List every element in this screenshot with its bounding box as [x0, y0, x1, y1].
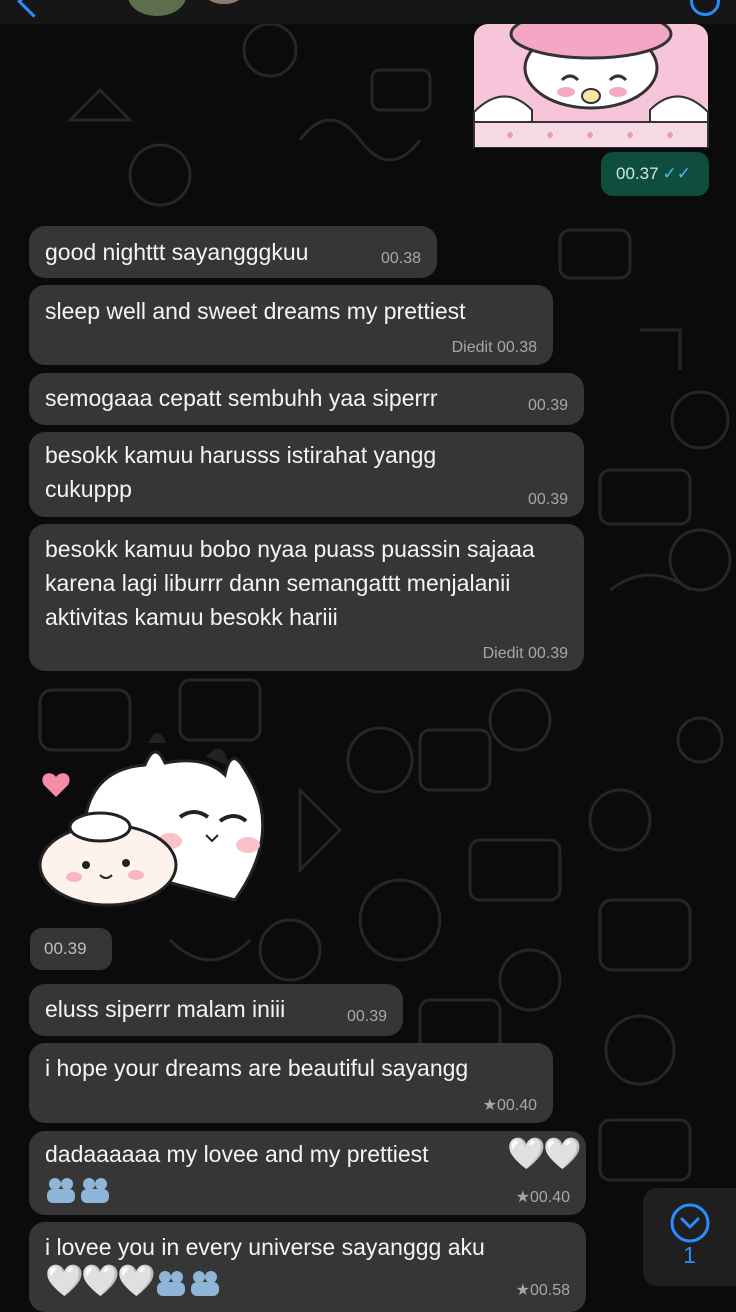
message-text: good nighttt sayangggkuu — [45, 239, 309, 265]
unread-count-badge: 1 — [683, 1242, 696, 1268]
double-check-icon: ✓✓ — [662, 164, 692, 183]
incoming-message[interactable]: besokk kamuu harusss istirahat yangg cuk… — [29, 432, 584, 517]
message-list: 00.37 ✓✓ good nighttt sayangggkuu 00.38 s… — [0, 0, 736, 1312]
message-time: 00.39 — [346, 1008, 387, 1025]
chevron-down-icon — [670, 1203, 710, 1243]
incoming-message[interactable]: dadaaaaaa my lovee and my prettiest 🤍 🤍 … — [29, 1131, 586, 1215]
message-text: besokk kamuu harusss istirahat yangg cuk… — [45, 442, 437, 502]
incoming-message[interactable]: i lovee you in every universe sayanggg a… — [29, 1222, 586, 1312]
incoming-message[interactable]: good nighttt sayangggkuu 00.38 — [29, 226, 437, 278]
message-time: 00.37 — [616, 164, 659, 183]
message-time: ★00.58 — [515, 1282, 570, 1299]
message-text: besokk kamuu bobo nyaa puass puassin saj… — [45, 536, 535, 630]
message-time: 00.39 — [527, 491, 568, 508]
back-chevron-icon[interactable] — [17, 0, 50, 18]
outgoing-message-time: 00.37 ✓✓ — [601, 152, 709, 196]
outgoing-sticker[interactable] — [470, 24, 712, 148]
incoming-message[interactable]: eluss siperrr malam iniii 00.39 — [29, 984, 403, 1036]
incoming-message[interactable]: sleep well and sweet dreams my prettiest… — [29, 285, 553, 365]
incoming-message[interactable]: besokk kamuu bobo nyaa puass puassin saj… — [29, 524, 584, 671]
message-text: i hope your dreams are beautiful sayangg — [45, 1055, 469, 1081]
call-icon[interactable] — [690, 0, 720, 16]
message-time: 00.39 — [527, 397, 568, 414]
message-text: eluss siperrr malam iniii — [45, 996, 286, 1022]
incoming-message[interactable]: semogaaa cepatt sembuhh yaa siperrr 00.3… — [29, 373, 584, 425]
white-heart-icon: 🤍 — [45, 1263, 84, 1298]
white-heart-icon: 🤍 — [117, 1263, 156, 1298]
contact-avatar[interactable] — [128, 0, 186, 16]
white-heart-icon: 🤍 — [81, 1263, 120, 1298]
message-time: ★00.40 — [482, 1097, 537, 1114]
incoming-sticker-time: 00.39 — [30, 928, 112, 970]
people-hugging-icon — [157, 1271, 219, 1296]
message-text: sleep well and sweet dreams my prettiest — [45, 298, 466, 324]
message-time: ★00.40 — [515, 1189, 570, 1206]
chat-header — [0, 0, 736, 24]
incoming-sticker[interactable] — [30, 725, 265, 907]
message-time: Diedit 00.39 — [482, 645, 568, 662]
incoming-message[interactable]: i hope your dreams are beautiful sayangg… — [29, 1043, 553, 1123]
message-text: semogaaa cepatt sembuhh yaa siperrr — [45, 385, 438, 411]
message-text: dadaaaaaa my lovee and my prettiest — [45, 1141, 429, 1167]
people-hugging-icon — [47, 1178, 109, 1203]
white-heart-icon: 🤍 — [507, 1136, 546, 1171]
message-time: 00.38 — [380, 250, 421, 267]
contact-avatar-secondary[interactable] — [206, 0, 242, 4]
message-time: Diedit 00.38 — [451, 339, 537, 356]
message-text: i lovee you in every universe sayanggg a… — [45, 1234, 485, 1260]
scroll-to-bottom-button[interactable]: 1 — [643, 1188, 736, 1286]
white-heart-icon: 🤍 — [543, 1136, 582, 1171]
